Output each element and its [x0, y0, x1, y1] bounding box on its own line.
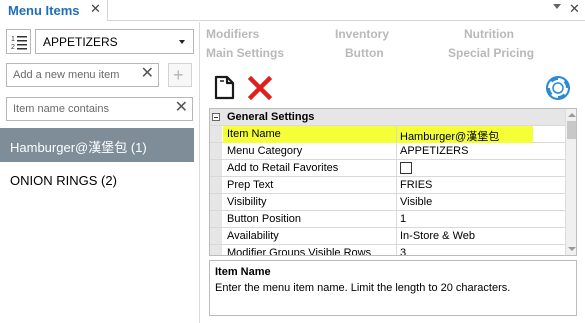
sort-button[interactable]: 1 2 — [6, 29, 31, 54]
tab-main-settings[interactable]: Main Settings — [206, 46, 284, 60]
property-row-visibility[interactable]: Visibility Visible — [210, 194, 565, 211]
chevron-down-icon — [179, 40, 185, 44]
scroll-thumb[interactable] — [567, 121, 576, 139]
property-value[interactable]: FRIES — [400, 179, 432, 191]
tab-modifiers[interactable]: Modifiers — [206, 27, 259, 41]
add-item-button[interactable]: + — [168, 63, 192, 87]
item-search-field[interactable]: ✕ — [6, 97, 193, 121]
description-panel: Item Name Enter the menu item name. Limi… — [209, 260, 577, 316]
section-title: General Settings — [227, 111, 315, 123]
category-select[interactable]: APPETIZERS — [35, 29, 194, 54]
property-value[interactable]: In-Store & Web — [400, 230, 475, 242]
collapse-icon[interactable] — [212, 113, 220, 121]
add-menu-item-input[interactable] — [13, 69, 133, 81]
property-value[interactable]: Hamburger@漢堡包 — [400, 128, 499, 144]
tab-button[interactable]: Button — [345, 46, 384, 60]
description-text: Enter the menu item name. Limit the leng… — [215, 282, 511, 294]
clear-search-icon[interactable]: ✕ — [175, 100, 188, 116]
property-row-retail-favorites[interactable]: Add to Retail Favorites — [210, 160, 565, 177]
clear-add-icon[interactable]: ✕ — [141, 66, 154, 82]
scroll-up-icon[interactable] — [568, 113, 576, 117]
property-label: Availability — [227, 230, 279, 242]
property-label: Modifier Groups Visible Rows — [227, 247, 372, 256]
tab-menu-items[interactable]: Menu Items ✕ — [0, 0, 108, 21]
list-item-label: ONION RINGS (2) — [10, 173, 117, 188]
tab-strip: Menu Items ✕ ✕ — [0, 0, 585, 21]
help-lifebuoy-icon[interactable] — [546, 76, 570, 100]
property-label: Button Position — [227, 213, 301, 225]
grid-scrollbar[interactable] — [565, 109, 576, 255]
category-select-value: APPETIZERS — [43, 35, 118, 49]
property-label: Item Name — [227, 128, 281, 140]
property-value[interactable]: APPETIZERS — [400, 145, 468, 157]
property-row-availability[interactable]: Availability In-Store & Web — [210, 228, 565, 245]
right-panel: Modifiers Inventory Nutrition Main Setti… — [201, 22, 585, 323]
property-label: Prep Text — [227, 179, 274, 191]
property-value[interactable]: 1 — [400, 213, 406, 225]
left-panel: 1 2 APPETIZERS ✕ + ✕ Hamburger@漢堡包 (1) O… — [0, 22, 200, 323]
list-item-label: Hamburger@漢堡包 (1) — [10, 140, 147, 155]
copy-icon[interactable] — [213, 75, 237, 101]
property-row-modifier-groups[interactable]: Modifier Groups Visible Rows 3 — [210, 245, 565, 256]
section-header[interactable]: General Settings — [210, 109, 565, 126]
tab-special-pricing[interactable]: Special Pricing — [448, 46, 534, 60]
add-menu-item-field[interactable]: ✕ — [6, 63, 159, 87]
sort-list-icon: 1 2 — [11, 36, 27, 51]
retail-favorites-checkbox[interactable] — [400, 162, 412, 174]
property-label: Add to Retail Favorites — [227, 162, 339, 174]
window-close-icon[interactable]: ✕ — [569, 1, 580, 17]
description-title: Item Name — [215, 266, 271, 278]
svg-text:1: 1 — [11, 36, 15, 43]
delete-icon[interactable] — [248, 76, 272, 100]
scroll-down-icon[interactable] — [568, 247, 576, 251]
list-item[interactable]: ONION RINGS (2) — [0, 164, 194, 198]
plus-icon: + — [173, 65, 184, 85]
property-row-button-position[interactable]: Button Position 1 — [210, 211, 565, 228]
tab-close-icon[interactable]: ✕ — [90, 1, 101, 17]
property-value[interactable]: 3 — [400, 247, 406, 255]
svg-text:2: 2 — [11, 44, 15, 51]
property-grid: General Settings Item Name Hamburger@漢堡包… — [209, 108, 577, 256]
property-row-menu-category[interactable]: Menu Category APPETIZERS — [210, 143, 565, 160]
property-value[interactable]: Visible — [400, 196, 432, 208]
tab-nutrition[interactable]: Nutrition — [464, 27, 514, 41]
property-row-prep-text[interactable]: Prep Text FRIES — [210, 177, 565, 194]
property-label: Menu Category — [227, 145, 303, 157]
tab-list-dropdown-icon[interactable] — [553, 4, 561, 9]
tab-inventory[interactable]: Inventory — [335, 27, 389, 41]
property-row-item-name[interactable]: Item Name Hamburger@漢堡包 — [210, 126, 565, 143]
property-label: Visibility — [227, 196, 267, 208]
list-item[interactable]: Hamburger@漢堡包 (1) — [0, 128, 194, 162]
item-search-input[interactable] — [13, 103, 133, 115]
tab-title: Menu Items — [8, 3, 80, 18]
